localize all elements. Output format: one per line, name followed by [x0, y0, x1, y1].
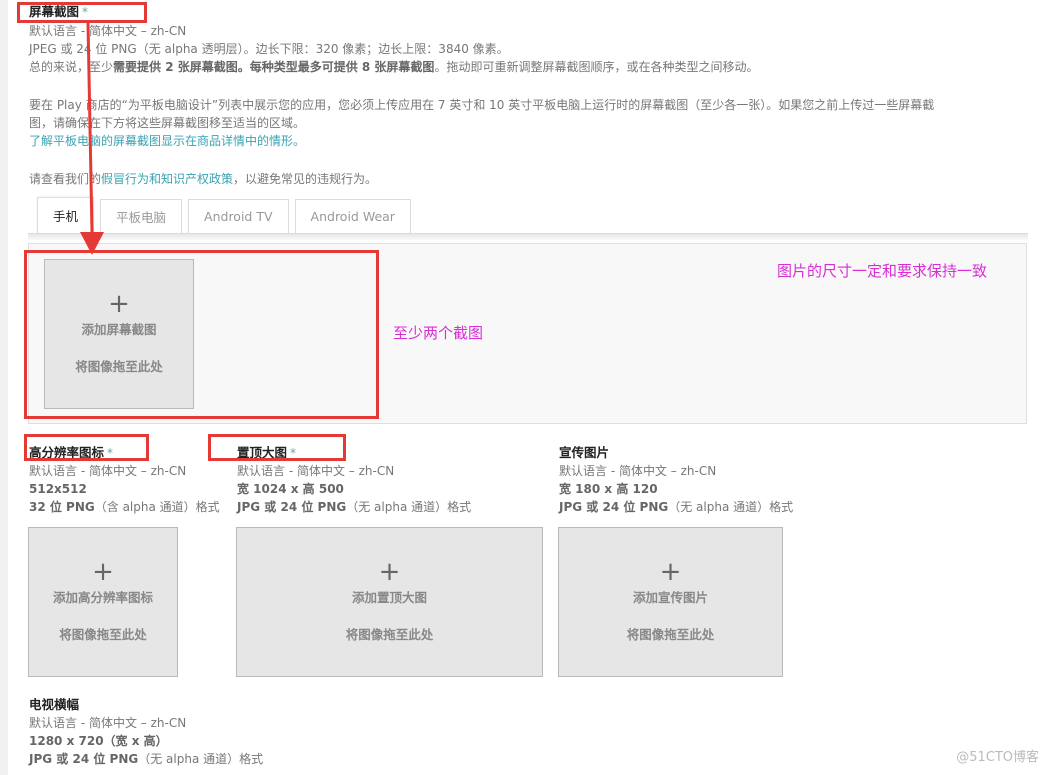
watermark: @51CTO博客 — [956, 750, 1039, 765]
annotation-arrow — [80, 22, 104, 255]
arrow-head — [80, 232, 104, 255]
arrow-shaft — [86, 22, 94, 233]
